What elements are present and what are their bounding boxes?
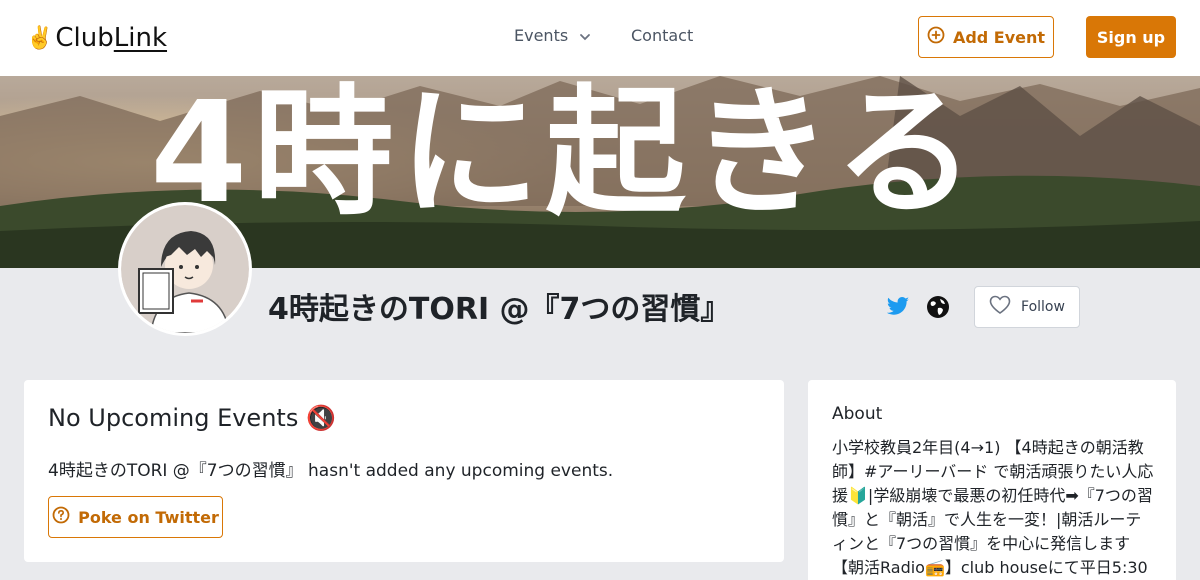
globe-icon[interactable] [926,295,950,319]
about-card: About 小学校教員2年目(4→1) 【4時起きの朝活教師】#アーリーバード … [808,380,1176,580]
victory-hand-icon: ✌️ [26,25,54,51]
follow-button[interactable]: Follow [974,286,1080,328]
muted-speaker-icon: 🔇 [306,404,337,432]
about-description: 小学校教員2年目(4→1) 【4時起きの朝活教師】#アーリーバード で朝活頑張り… [832,438,1154,577]
sign-up-button[interactable]: Sign up [1086,16,1176,58]
follow-label: Follow [1021,299,1065,315]
top-navigation-bar: ✌️ Club Link Events Contact Add Event Si… [0,0,1200,76]
add-event-label: Add Event [952,27,1046,47]
heart-outline-icon [989,295,1011,319]
nav-contact-link[interactable]: Contact [631,26,693,45]
events-card-title: No Upcoming Events 🔇 [48,404,336,432]
poke-label: Poke on Twitter [78,507,219,527]
add-event-button[interactable]: Add Event [918,16,1054,58]
nav-events-dropdown[interactable]: Events [514,26,592,45]
chevron-down-icon [578,29,592,43]
plus-circle-icon [927,26,945,48]
upcoming-events-card: No Upcoming Events 🔇 4時起きのTORI @『7つの習慣』 … [24,380,784,562]
profile-name: 4時起きのTORI @『7つの習慣』 [268,292,731,327]
clublink-logo[interactable]: ✌️ Club Link [26,20,167,56]
profile-avatar[interactable] [118,202,252,336]
question-circle-icon [52,506,70,528]
events-card-title-text: No Upcoming Events [48,404,299,432]
avatar-illustration [121,205,249,333]
no-events-message: 4時起きのTORI @『7つの習慣』 hasn't added any upco… [48,461,614,481]
nav-events-label: Events [514,26,569,45]
twitter-icon[interactable] [886,296,910,318]
banner-title: 4時に起きる [150,76,981,235]
logo-club-text: Club [55,23,114,53]
logo-link-text: Link [113,23,168,53]
about-title: About [832,404,883,424]
poke-on-twitter-button[interactable]: Poke on Twitter [48,496,223,538]
